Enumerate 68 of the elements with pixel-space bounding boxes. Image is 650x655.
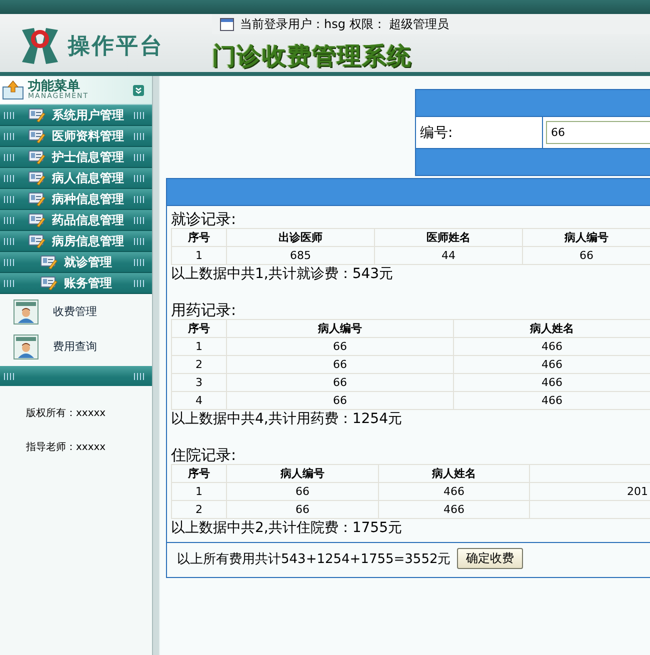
menu-item[interactable]: 药品信息管理 bbox=[0, 210, 152, 231]
id-card-icon bbox=[28, 170, 46, 186]
id-card-icon bbox=[28, 212, 46, 228]
table-cell: 1 bbox=[172, 482, 226, 500]
id-card-icon bbox=[28, 191, 46, 207]
menu-item[interactable]: 医师资料管理 bbox=[0, 126, 152, 147]
id-card-icon bbox=[40, 275, 58, 291]
section-title: 就诊记录: bbox=[171, 210, 238, 228]
column-header: 病人姓名 bbox=[454, 320, 650, 338]
submenu-item[interactable]: 收费管理 bbox=[53, 304, 97, 319]
table-cell: 466 bbox=[378, 482, 530, 500]
table-cell: 66 bbox=[226, 392, 454, 410]
table-cell: 66 bbox=[226, 356, 454, 374]
table-cell: 4 bbox=[172, 392, 226, 410]
table-cell: 1 bbox=[172, 246, 226, 264]
menu-item[interactable]: 账务管理 bbox=[0, 273, 152, 294]
table-cell: 3 bbox=[172, 374, 226, 392]
summary-text: 以上数据中共2,共计住院费：1755元 bbox=[171, 519, 403, 537]
system-title: 门诊收费管理系统 bbox=[212, 41, 413, 72]
confirm-button[interactable]: 确定收费 bbox=[456, 548, 523, 569]
menu-item[interactable]: 病种信息管理 bbox=[0, 189, 152, 210]
table-cell: 466 bbox=[378, 500, 530, 518]
table-cell: 1 bbox=[172, 338, 226, 356]
id-card-icon bbox=[28, 233, 46, 249]
footer-text: 指导老师：xxxxx bbox=[25, 440, 107, 454]
menu-item[interactable]: 病房信息管理 bbox=[0, 231, 152, 252]
id-card-icon bbox=[28, 107, 46, 123]
submenu-item[interactable]: 费用查询 bbox=[53, 339, 97, 354]
table-cell: 66 bbox=[226, 500, 378, 518]
table-cell: 66 bbox=[226, 374, 454, 392]
column-header: 出诊医师 bbox=[226, 228, 374, 246]
menu-item[interactable]: 病人信息管理 bbox=[0, 168, 152, 189]
column-header: 病人编号 bbox=[522, 228, 650, 246]
menu-item[interactable]: 就诊管理 bbox=[0, 252, 152, 273]
table-cell: 66 bbox=[226, 338, 454, 356]
form-icon bbox=[13, 334, 39, 360]
column-header: 病人编号 bbox=[226, 320, 454, 338]
table-cell: 66 bbox=[226, 482, 378, 500]
column-header: 序号 bbox=[172, 464, 226, 482]
menu-item[interactable]: 护士信息管理 bbox=[0, 147, 152, 168]
footer-text: 版权所有：xxxxx bbox=[25, 406, 107, 420]
section-title: 用药记录: bbox=[171, 301, 238, 319]
menu-item[interactable]: 系统用户管理 bbox=[0, 105, 152, 126]
collapse-icon[interactable] bbox=[133, 84, 144, 96]
column-header: 序号 bbox=[172, 320, 226, 338]
table-cell: 2 bbox=[172, 500, 226, 518]
window-icon bbox=[220, 18, 234, 30]
id-card-icon bbox=[28, 149, 46, 165]
column-header: 病人姓名 bbox=[378, 464, 530, 482]
column-header: 序号 bbox=[172, 228, 226, 246]
table-cell: 685 bbox=[226, 246, 374, 264]
section-title: 住院记录: bbox=[171, 446, 238, 464]
summary-text: 以上数据中共4,共计用药费：1254元 bbox=[171, 410, 403, 428]
column-header: 医师姓名 bbox=[374, 228, 522, 246]
input-field[interactable]: 66 bbox=[546, 121, 650, 144]
login-info: 当前登录用户：hsg 权限： 超级管理员 bbox=[240, 16, 450, 32]
field-label: 编号: bbox=[416, 117, 543, 148]
form-icon bbox=[13, 298, 39, 324]
total-text: 以上所有费用共计543+1254+1755=3552元 bbox=[177, 550, 451, 568]
logo-text: 操作平台 bbox=[68, 33, 164, 61]
summary-text: 以上数据中共1,共计就诊费：543元 bbox=[171, 265, 394, 283]
table-cell: 44 bbox=[374, 246, 522, 264]
column-header: 病人编号 bbox=[226, 464, 378, 482]
table-cell: 2 bbox=[172, 356, 226, 374]
box-icon bbox=[2, 80, 24, 100]
menu-title: 功能菜单 bbox=[28, 80, 80, 93]
id-card-icon bbox=[40, 254, 58, 270]
id-card-icon bbox=[28, 128, 46, 144]
